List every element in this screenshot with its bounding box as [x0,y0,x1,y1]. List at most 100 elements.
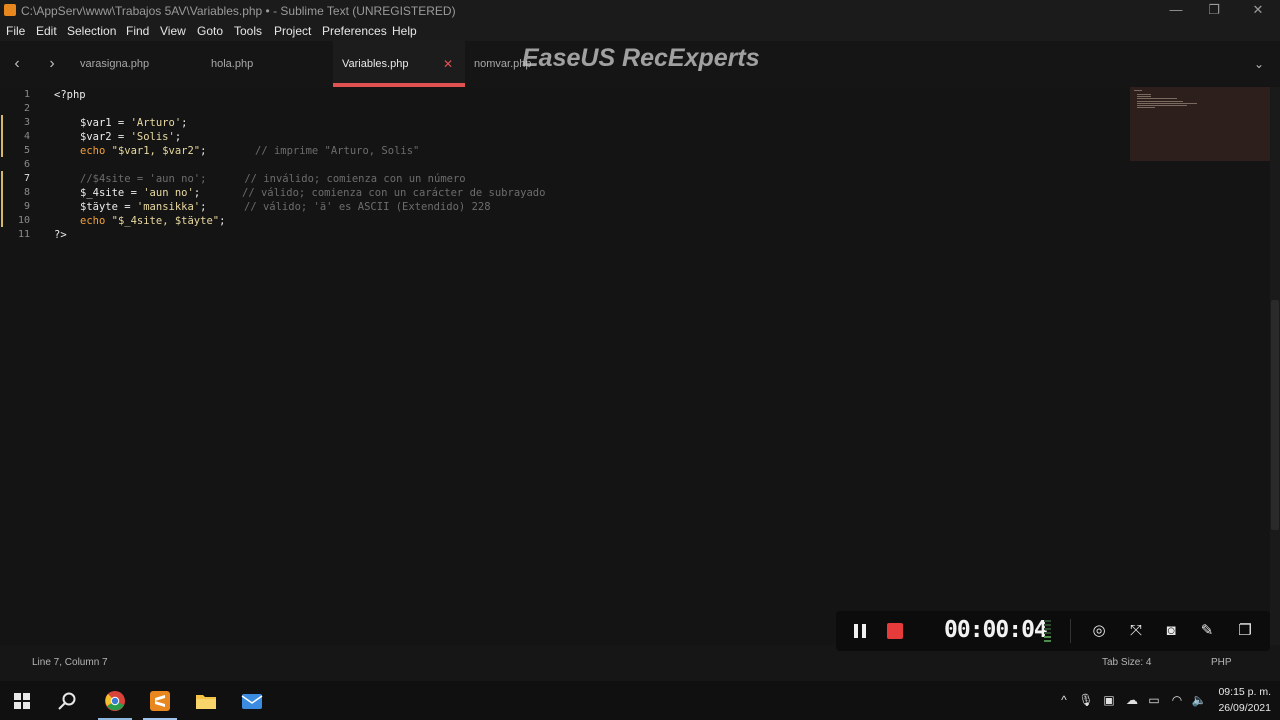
code-token: 'Solis' [130,131,175,143]
code-line-3: $var1 = 'Arturo'; [80,116,187,130]
minimap-line [1137,101,1183,102]
code-token: $var1 [80,117,112,129]
tab-forward-button[interactable]: › [41,53,63,75]
code-comment: // imprime "Arturo, Solis" [255,145,420,157]
onedrive-cloud-icon[interactable]: ☁ [1124,692,1140,708]
minimize-window-icon[interactable]: ❐ [1234,620,1256,642]
minimap-line [1137,107,1155,108]
tab-label: hola.php [211,58,254,70]
tab-varasigna[interactable]: varasigna.php [70,41,198,87]
cursor-position: Line 7, Column 7 [32,657,108,668]
show-hidden-icons-icon[interactable]: ^ [1056,692,1072,708]
code-line-8: $_4site = 'aun no'; [80,186,200,200]
code-line-9: $täyte = 'mansikka'; [80,200,206,214]
battery-icon[interactable]: ▭ [1146,692,1162,708]
minimize-button[interactable]: — [1166,2,1186,18]
tab-label: Variables.php [342,58,409,70]
line-number: 1 [23,89,30,100]
tab-list-dropdown-icon[interactable]: ⌄ [1248,53,1270,75]
taskbar-clock[interactable]: 09:15 p. m. 26/09/2021 [1218,684,1271,716]
menu-edit[interactable]: Edit [36,24,57,38]
search-icon[interactable] [55,689,79,713]
code-token: = [117,201,137,213]
line-number: 8 [23,187,30,198]
volume-icon[interactable]: 🔈 [1191,692,1207,708]
maximize-button[interactable]: ❐ [1204,2,1224,18]
menu-help[interactable]: Help [392,24,417,38]
close-button[interactable]: ✕ [1248,2,1268,18]
mail-icon[interactable] [240,689,264,713]
menu-project[interactable]: Project [274,24,311,38]
code-token: ; [200,201,207,213]
code-token: "$var1, $var2" [105,145,201,157]
menu-file[interactable]: File [6,24,25,38]
line-number: 5 [23,145,30,156]
code-line-7: //$4site = 'aun no'; // inválido; comien… [80,173,466,185]
code-line-1: <?php [54,88,86,102]
minimap-line [1137,94,1151,95]
sublime-text-icon[interactable] [148,689,172,713]
pause-icon [854,624,858,638]
code-token: echo [80,215,106,227]
camera-icon[interactable]: ◙ [1160,620,1182,642]
pause-button[interactable] [849,620,871,642]
screen-recorder-toolbar: 00:00:04 ◎ ⤧ ◙ ✎ ❐ [836,611,1270,651]
code-token: 'mansikka' [136,201,201,213]
syntax-selector[interactable]: PHP [1211,657,1232,668]
line-number: 3 [23,117,30,128]
line-number-gutter: 1 2 3 4 5 6 7 8 9 10 11 [0,87,46,645]
code-editor[interactable]: 1 2 3 4 5 6 7 8 9 10 11 <?php $var1 = 'A… [0,87,1270,645]
menu-bar: File Edit Selection Find View Goto Tools… [0,21,1280,41]
menu-goto[interactable]: Goto [197,24,223,38]
code-token: $täyte [80,201,118,213]
windows-start-icon[interactable] [10,689,34,713]
sublime-text-app-icon [4,4,16,16]
screenshot-region-icon[interactable]: ◎ [1088,620,1110,642]
window-title: C:\AppServ\www\Trabajos 5AV\Variables.ph… [21,4,456,18]
meet-now-icon[interactable]: ▣ [1101,692,1117,708]
menu-selection[interactable]: Selection [67,24,116,38]
menu-view[interactable]: View [160,24,186,38]
wifi-icon[interactable]: ◠ [1169,692,1185,708]
file-explorer-icon[interactable] [194,689,218,713]
desktop-screen: C:\AppServ\www\Trabajos 5AV\Variables.ph… [0,0,1280,720]
code-token: = [111,117,131,129]
pen-icon[interactable]: ✎ [1196,620,1218,642]
code-token: ; [200,145,207,157]
recorder-watermark: EaseUS RecExperts [522,44,760,72]
code-token: $var2 [80,131,112,143]
stop-icon [887,623,903,639]
php-close-tag: ?> [54,229,67,241]
stop-button[interactable] [884,620,906,642]
menu-preferences[interactable]: Preferences [322,24,387,38]
modified-lines-marker [1,171,3,227]
chrome-icon[interactable] [103,689,127,713]
tab-size-selector[interactable]: Tab Size: 4 [1102,657,1151,668]
toolbar-divider [1070,619,1071,643]
clock-time: 09:15 p. m. [1218,686,1271,698]
code-line-5: echo "$var1, $var2"; [80,144,206,158]
php-open-tag: <?php [54,89,86,101]
clock-date: 26/09/2021 [1218,702,1271,714]
microphone-icon[interactable]: 🎙 [1078,692,1094,708]
code-token: = [124,187,144,199]
code-token: "$_4site, $täyte" [105,215,220,227]
tab-close-icon[interactable]: ✕ [443,57,453,71]
tab-variables[interactable]: Variables.php ✕ [333,41,465,87]
tab-hola[interactable]: hola.php [200,41,332,87]
scrollbar-thumb[interactable] [1271,300,1279,530]
menu-find[interactable]: Find [126,24,149,38]
tab-back-button[interactable]: ‹ [6,53,28,75]
code-token: ; [193,187,201,199]
modified-lines-marker [1,115,3,157]
tab-label: varasigna.php [80,58,150,70]
window-title-bar[interactable]: C:\AppServ\www\Trabajos 5AV\Variables.ph… [0,0,1280,21]
code-line-11: ?> [54,228,67,242]
line-number: 2 [23,103,30,114]
minimap[interactable] [1130,87,1270,161]
code-token: echo [80,145,106,157]
fullscreen-icon[interactable]: ⤧ [1125,620,1147,642]
minimap-line [1134,90,1142,91]
code-token: 'aun no' [143,187,194,199]
menu-tools[interactable]: Tools [234,24,262,38]
